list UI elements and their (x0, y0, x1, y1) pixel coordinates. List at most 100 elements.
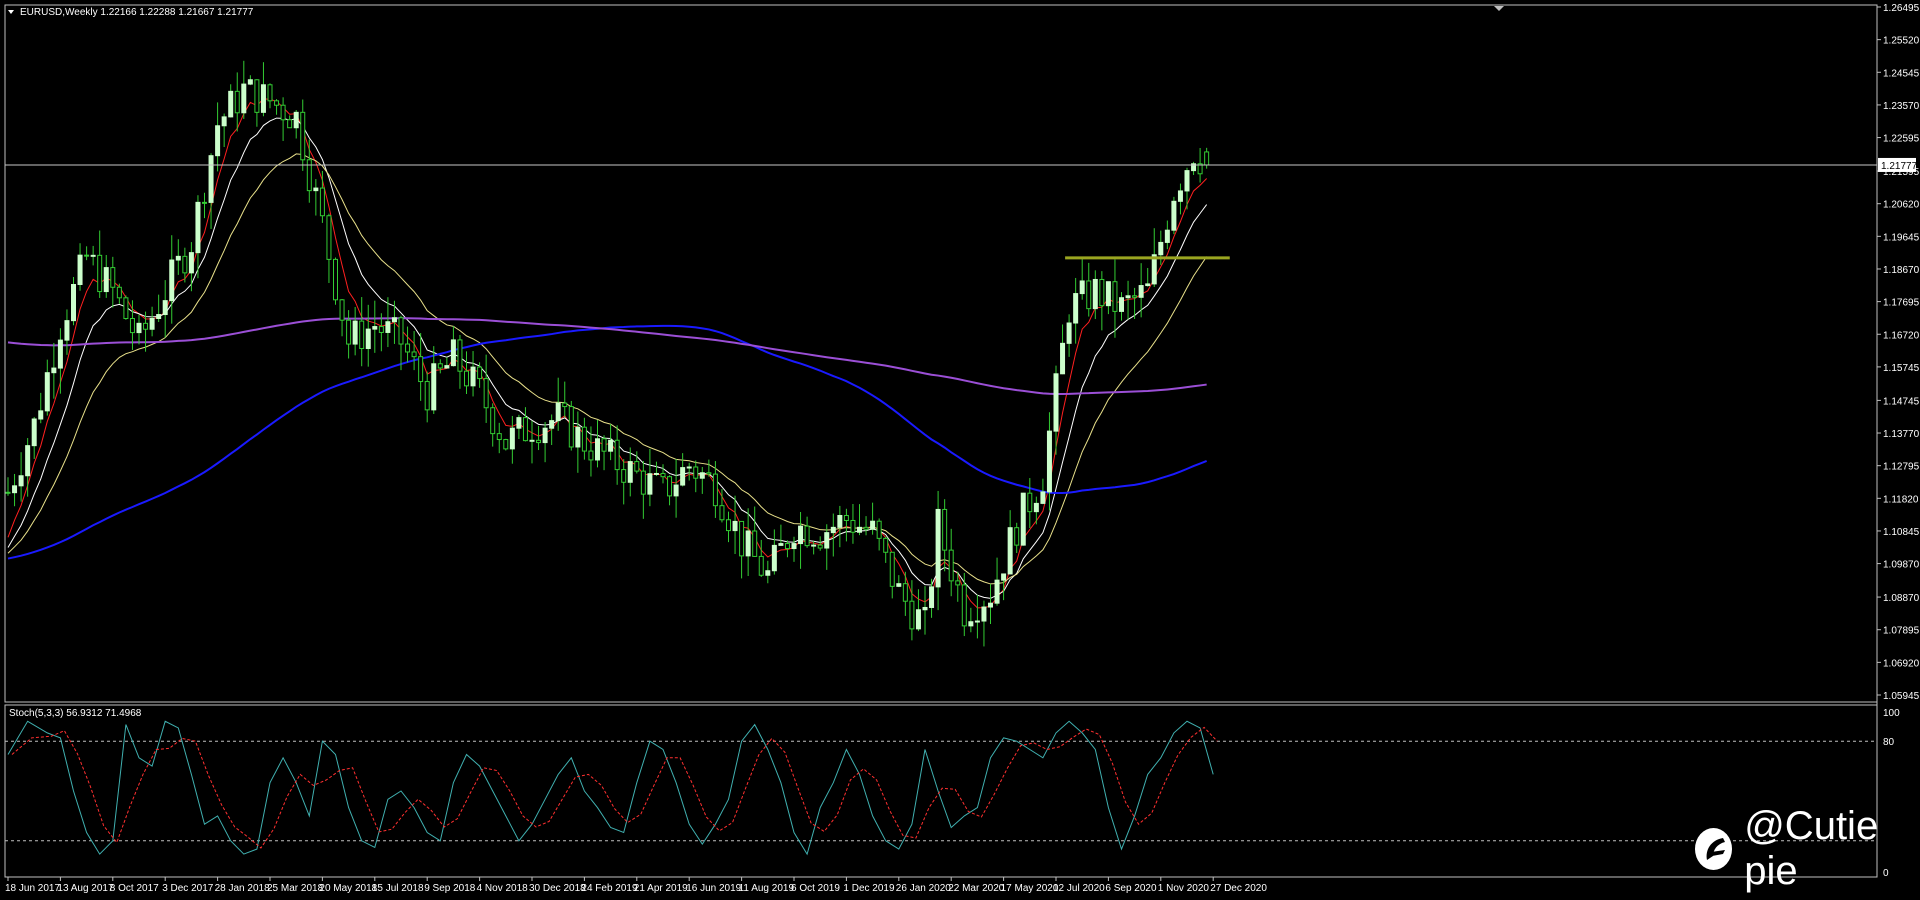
candle-body (143, 322, 149, 330)
candle-body (483, 378, 489, 409)
candle (333, 257, 338, 305)
candle-body (385, 321, 391, 333)
candle-body (424, 381, 430, 411)
candle-body (601, 438, 607, 452)
candle-body (739, 520, 745, 557)
time-tick-label: 3 Dec 2017 (162, 883, 214, 894)
candle-body (241, 83, 247, 114)
candle-body (968, 621, 974, 627)
candle-body (470, 366, 476, 387)
candle-body (575, 426, 581, 448)
candle-body (929, 586, 935, 608)
candle-body (123, 297, 129, 320)
price-tick-label: 1.05945 (1883, 691, 1920, 702)
candle-body (44, 372, 50, 412)
candle-body (667, 476, 673, 497)
candle-body (51, 367, 57, 374)
candle-body (12, 485, 18, 494)
candle-body (595, 438, 600, 461)
candle-body (693, 466, 699, 479)
candle-body (1099, 278, 1105, 307)
candle-body (608, 439, 614, 452)
candle-body (57, 339, 63, 369)
candle (1020, 492, 1026, 546)
candle-body (280, 104, 286, 121)
candle-body (988, 602, 993, 608)
candle (71, 276, 76, 326)
candle-body (758, 555, 764, 576)
candle-body (293, 111, 299, 129)
candle-body (850, 519, 856, 533)
time-tick-label: 12 Jul 2020 (1053, 883, 1105, 894)
candle-body (490, 407, 496, 435)
candle-body (706, 472, 712, 475)
time-tick-label: 13 Aug 2017 (57, 883, 114, 894)
time-tick-label: 15 Jul 2018 (372, 883, 424, 894)
candle-body (883, 537, 889, 553)
candle-body (339, 299, 345, 321)
candle-body (529, 439, 535, 442)
candle-body (77, 254, 83, 286)
price-tick-label: 1.24545 (1883, 68, 1920, 79)
candle-body (896, 583, 902, 587)
candle-body (634, 461, 640, 472)
candle-body (1204, 151, 1210, 166)
candle-body (464, 370, 469, 387)
candle-body (274, 100, 280, 106)
scissors-logo-icon (1695, 828, 1733, 870)
candle-body (562, 402, 568, 408)
time-tick-label: 6 Oct 2019 (791, 883, 840, 894)
candle-body (1171, 200, 1177, 231)
watermark: @Cutie pie (1695, 804, 1920, 893)
candle-body (784, 543, 790, 550)
candle-body (450, 339, 456, 367)
candle (568, 400, 574, 451)
candle-body (38, 410, 44, 420)
candle-body (391, 317, 397, 323)
candle-body (346, 319, 352, 345)
candle-body (719, 505, 725, 521)
candle-body (503, 439, 509, 450)
chart-canvas: 1.264951.255201.245451.235701.225951.215… (0, 0, 1920, 900)
candle-body (660, 472, 666, 478)
candle-body (804, 525, 810, 547)
candle-body (1001, 573, 1007, 581)
candle-body (1112, 281, 1118, 312)
candle-body (267, 84, 273, 102)
candle-body (18, 475, 24, 487)
candle-body (365, 328, 371, 350)
candle-body (156, 314, 162, 319)
candle-body (922, 606, 928, 611)
candle-body (97, 254, 103, 293)
candle-body (496, 433, 502, 441)
price-tick-label: 1.06920 (1883, 658, 1920, 669)
candle-body (247, 79, 253, 85)
candle-body (732, 520, 738, 532)
candle-body (588, 450, 594, 461)
time-tick-label: 24 Feb 2019 (581, 883, 638, 894)
candle-body (791, 543, 797, 550)
candle-body (477, 366, 483, 380)
candle-body (909, 600, 915, 630)
price-tick-label: 1.09870 (1883, 560, 1920, 571)
candle-body (536, 439, 542, 444)
watermark-text: @Cutie pie (1744, 804, 1879, 893)
time-tick-label: 30 Dec 2018 (529, 883, 586, 894)
candle-body (352, 320, 358, 345)
candle-body (647, 473, 653, 495)
time-tick-label: 16 Jun 2019 (686, 883, 741, 894)
candle-body (188, 252, 194, 274)
candle-body (1046, 430, 1052, 493)
candle-body (542, 427, 548, 444)
candle-body (103, 267, 109, 293)
candle-body (162, 300, 168, 316)
candle-body (431, 363, 437, 411)
candle-body (313, 187, 319, 192)
candle-body (509, 427, 515, 450)
time-tick-label: 25 Mar 2018 (267, 883, 324, 894)
candle-body (1066, 322, 1072, 344)
candle-body (974, 620, 980, 623)
candle-body (372, 326, 378, 330)
candle-body (359, 320, 365, 350)
candle-body (614, 439, 620, 471)
